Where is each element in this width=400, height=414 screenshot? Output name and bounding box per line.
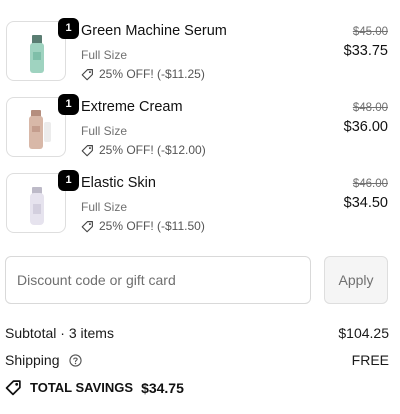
shipping-label: Shipping xyxy=(5,352,60,368)
quantity-badge: 1 xyxy=(58,94,79,115)
tag-icon xyxy=(81,144,93,156)
discount-code-input[interactable] xyxy=(5,256,311,304)
original-price: $45.00 xyxy=(352,26,388,38)
discount-text: 25% OFF! (-$12.00) xyxy=(99,143,206,157)
product-image[interactable]: 1 xyxy=(6,170,79,233)
product-name[interactable]: Extreme Cream xyxy=(81,99,183,115)
discount-line: 25% OFF! (-$11.50) xyxy=(81,219,205,233)
original-price: $46.00 xyxy=(352,178,388,190)
discount-text: 25% OFF! (-$11.25) xyxy=(99,67,205,81)
tag-icon xyxy=(81,220,93,232)
tag-icon xyxy=(81,68,93,80)
product-name[interactable]: Green Machine Serum xyxy=(81,23,227,39)
subtotal-value: $104.25 xyxy=(338,325,389,341)
sale-price: $33.75 xyxy=(343,43,388,59)
apply-button[interactable]: Apply xyxy=(324,256,388,304)
product-variant: Full Size xyxy=(81,200,128,214)
subtotal-label: Subtotal · 3 items xyxy=(5,325,114,341)
product-variant: Full Size xyxy=(81,124,128,138)
help-circle-icon[interactable] xyxy=(69,354,83,367)
quantity-badge: 1 xyxy=(58,170,79,191)
product-image[interactable]: 1 xyxy=(6,18,79,81)
quantity-badge: 1 xyxy=(58,18,79,39)
cart-item: 1 Elastic Skin Full Size 25% OFF! (-$11.… xyxy=(0,170,400,246)
tag-icon xyxy=(5,380,21,396)
shipping-row: Shipping FREE xyxy=(5,352,389,368)
sale-price: $36.00 xyxy=(343,119,388,135)
shipping-value: FREE xyxy=(351,352,389,368)
total-savings-label: TOTAL SAVINGS xyxy=(30,380,134,395)
original-price: $48.00 xyxy=(352,102,388,114)
cart-item: 1 Green Machine Serum Full Size 25% OFF!… xyxy=(0,18,400,94)
discount-line: 25% OFF! (-$12.00) xyxy=(81,143,206,157)
subtotal-row: Subtotal · 3 items $104.25 xyxy=(5,325,389,341)
total-savings-value: $34.75 xyxy=(141,379,184,396)
total-savings-row: TOTAL SAVINGS $34.75 xyxy=(5,379,184,396)
cart-item: 1 Extreme Cream Full Size 25% OFF! (-$12… xyxy=(0,94,400,170)
sale-price: $34.50 xyxy=(343,195,388,211)
discount-text: 25% OFF! (-$11.50) xyxy=(99,219,205,233)
discount-line: 25% OFF! (-$11.25) xyxy=(81,67,205,81)
product-variant: Full Size xyxy=(81,48,128,62)
product-image[interactable]: 1 xyxy=(6,94,79,157)
product-name[interactable]: Elastic Skin xyxy=(81,175,156,191)
